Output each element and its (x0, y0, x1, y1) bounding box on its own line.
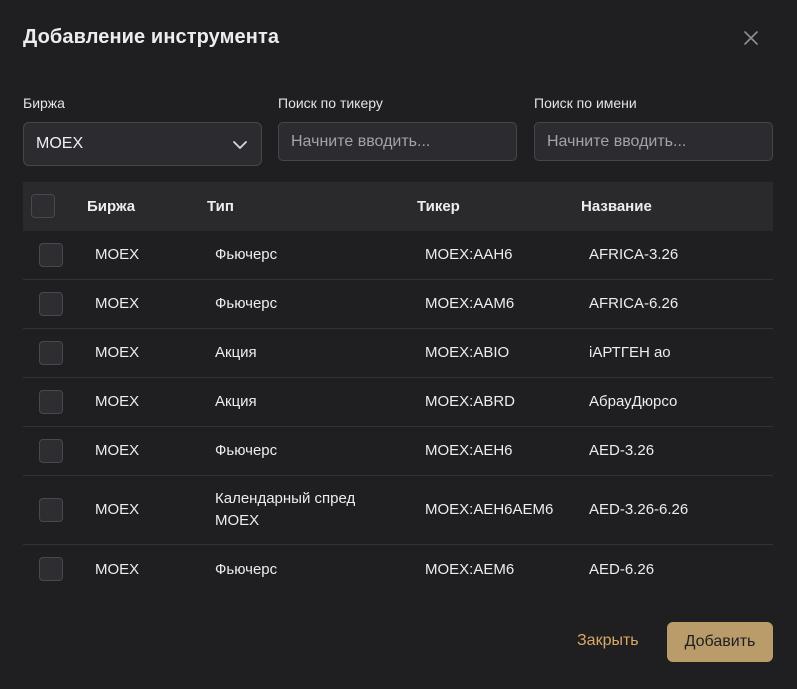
cell-type: Календарный спред MOEX (215, 490, 356, 529)
table-row[interactable]: MOEX Фьючерс MOEX:AAH6 AFRICA-3.26 (23, 231, 773, 280)
row-checkbox[interactable] (39, 341, 63, 365)
column-header-name: Название (581, 198, 652, 215)
table-row[interactable]: MOEX Фьючерс MOEX:AEM6 AED-6.26 (23, 545, 773, 594)
cell-exchange: MOEX (95, 246, 140, 263)
table-row[interactable]: MOEX Фьючерс MOEX:AAM6 AFRICA-6.26 (23, 280, 773, 329)
table-header: Биржа Тип Тикер Название (23, 182, 773, 231)
cell-type: Фьючерс (215, 295, 278, 312)
cell-ticker: MOEX:ABIO (425, 344, 510, 361)
name-search-label: Поиск по имени (534, 95, 637, 111)
select-all-checkbox[interactable] (31, 194, 55, 218)
cell-exchange: MOEX (95, 393, 140, 410)
cell-type: Акция (215, 393, 257, 410)
row-checkbox[interactable] (39, 498, 63, 522)
cell-ticker: MOEX:AEH6 (425, 442, 513, 459)
dialog-title: Добавление инструмента (23, 26, 280, 48)
close-button[interactable]: Закрыть (577, 632, 639, 650)
instruments-table: Биржа Тип Тикер Название MOEX Фьючерс MO… (23, 182, 773, 594)
cell-exchange: MOEX (95, 295, 140, 312)
cell-type: Фьючерс (215, 560, 278, 578)
cell-exchange: MOEX (95, 560, 140, 578)
row-checkbox[interactable] (39, 439, 63, 463)
column-header-type: Тип (207, 198, 234, 215)
chevron-down-icon (233, 141, 247, 149)
cell-ticker: MOEX:ABRD (425, 393, 516, 410)
cell-name: iАРТГЕН ао (589, 344, 671, 361)
add-instrument-dialog: Добавление инструмента Биржа Поиск по ти… (0, 0, 797, 689)
cell-name: AED-3.26 (589, 442, 655, 459)
row-checkbox[interactable] (39, 243, 63, 267)
cell-name: AED-6.26 (589, 560, 655, 578)
name-search-input[interactable] (534, 122, 773, 161)
table-row[interactable]: MOEX Фьючерс MOEX:AEH6 AED-3.26 (23, 427, 773, 476)
ticker-search-input[interactable] (278, 122, 517, 161)
table-row[interactable]: MOEX Акция MOEX:ABRD АбрауДюрсо (23, 378, 773, 427)
add-button[interactable]: Добавить (667, 622, 773, 662)
cell-exchange: MOEX (95, 501, 140, 518)
close-icon[interactable] (740, 27, 762, 49)
cell-ticker: MOEX:AAM6 (425, 295, 515, 312)
cell-name: AFRICA-3.26 (589, 246, 679, 263)
exchange-select-value: MOEX (36, 135, 84, 152)
row-checkbox[interactable] (39, 557, 63, 581)
cell-ticker: MOEX:AEM6 (425, 560, 515, 578)
cell-ticker: MOEX:AEH6AEM6 (425, 501, 554, 518)
ticker-search-label: Поиск по тикеру (278, 95, 383, 111)
table-row[interactable]: MOEX Календарный спред MOEX MOEX:AEH6AEM… (23, 476, 773, 545)
cell-ticker: MOEX:AAH6 (425, 246, 513, 263)
cell-exchange: MOEX (95, 344, 140, 361)
column-header-ticker: Тикер (417, 198, 460, 215)
column-header-exchange: Биржа (87, 198, 136, 215)
cell-name: AED-3.26-6.26 (589, 501, 689, 518)
row-checkbox[interactable] (39, 292, 63, 316)
cell-name: AFRICA-6.26 (589, 295, 679, 312)
row-checkbox[interactable] (39, 390, 63, 414)
cell-name: АбрауДюрсо (589, 393, 678, 410)
cell-type: Акция (215, 344, 257, 361)
cell-type: Фьючерс (215, 246, 278, 263)
table-row[interactable]: MOEX Акция MOEX:ABIO iАРТГЕН ао (23, 329, 773, 378)
exchange-select[interactable]: MOEX (23, 122, 262, 166)
cell-type: Фьючерс (215, 442, 278, 459)
exchange-label: Биржа (23, 95, 65, 111)
cell-exchange: MOEX (95, 442, 140, 459)
